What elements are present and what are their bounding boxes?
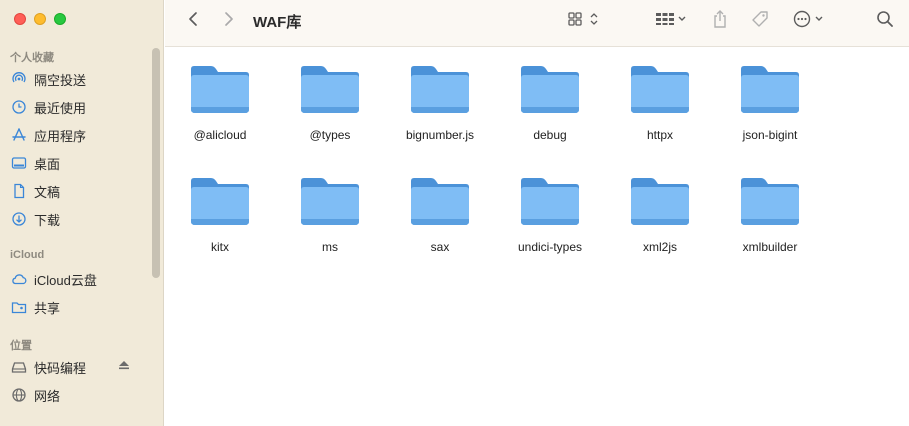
folder-name: xml2js (642, 240, 677, 254)
share-icon (712, 9, 728, 34)
sidebar-item-applications[interactable]: 应用程序 (8, 123, 150, 147)
folder-icon (739, 173, 801, 232)
folder-item[interactable]: undici-types (500, 173, 600, 254)
folder-item[interactable]: json-bigint (720, 61, 820, 142)
folder-name: bignumber.js (405, 128, 475, 142)
folder-item[interactable]: bignumber.js (390, 61, 490, 142)
folder-name: httpx (646, 128, 673, 142)
grid-view-icon (565, 10, 601, 33)
folder-icon (409, 61, 471, 120)
minimize-window-button[interactable] (34, 13, 46, 25)
folder-name: json-bigint (742, 128, 798, 142)
folder-icon (299, 61, 361, 120)
sidebar-item-label: iCloud云盘 (34, 272, 97, 288)
shared-folder-icon (10, 298, 28, 316)
folder-name: xmlbuilder (742, 240, 798, 254)
applications-icon (10, 126, 28, 144)
toolbar: WAF库 (165, 0, 909, 47)
sidebar-item-label: 网络 (34, 388, 61, 404)
sidebar-item-network[interactable]: 网络 (8, 383, 150, 407)
sidebar-item-airdrop[interactable]: 隔空投送 (8, 67, 150, 91)
share-button[interactable] (709, 8, 731, 34)
sidebar-item-downloads[interactable]: 下载 (8, 207, 150, 231)
eject-icon[interactable] (118, 359, 130, 374)
network-icon (10, 386, 28, 404)
sidebar-item-label: 文稿 (34, 184, 61, 200)
forward-button[interactable] (219, 8, 239, 34)
favorites-section-title: 个人收藏 (10, 52, 54, 64)
file-grid: @alicloud @types bignumber.js debug httpx jso… (165, 47, 909, 426)
folder-item[interactable]: @types (280, 61, 380, 142)
sidebar-item-shared[interactable]: 共享 (8, 295, 150, 319)
folder-icon (519, 173, 581, 232)
back-button[interactable] (183, 8, 203, 34)
folder-icon (629, 173, 691, 232)
folder-icon (189, 173, 251, 232)
sidebar-item-desktop[interactable]: 桌面 (8, 151, 150, 175)
zoom-window-button[interactable] (54, 13, 66, 25)
folder-icon (629, 61, 691, 120)
clock-icon (10, 98, 28, 116)
ellipsis-circle-icon (792, 9, 828, 34)
search-icon (875, 9, 895, 34)
folder-item[interactable]: sax (390, 173, 490, 254)
search-button[interactable] (873, 8, 897, 34)
sidebar-item-label: 最近使用 (34, 100, 87, 116)
folder-icon (409, 173, 471, 232)
sidebar-item-label: 应用程序 (34, 128, 87, 144)
folder-name: debug (533, 128, 567, 142)
folder-name: @alicloud (193, 128, 247, 142)
folder-icon (739, 61, 801, 120)
cloud-icon (10, 270, 28, 288)
folder-name: @types (309, 128, 351, 142)
locations-section-title: 位置 (10, 340, 32, 352)
more-actions-button[interactable] (790, 8, 830, 34)
document-icon (10, 182, 28, 200)
close-window-button[interactable] (14, 13, 26, 25)
sidebar-item-label: 桌面 (34, 156, 61, 172)
sidebar-item-label: 隔空投送 (34, 72, 87, 88)
download-icon (10, 210, 28, 228)
window-title: WAF库 (253, 14, 302, 31)
folder-item[interactable]: xml2js (610, 173, 710, 254)
drive-icon (10, 358, 28, 376)
sidebar-item-icloud-drive[interactable]: iCloud云盘 (8, 267, 150, 291)
icloud-section-title: iCloud (10, 249, 45, 261)
tags-button[interactable] (748, 8, 772, 34)
sidebar-item-label: 快码编程 (34, 360, 87, 376)
folder-item[interactable]: kitx (170, 173, 270, 254)
folder-name: undici-types (517, 240, 583, 254)
folder-icon (299, 173, 361, 232)
sidebar-item-recents[interactable]: 最近使用 (8, 95, 150, 119)
folder-icon (189, 61, 251, 120)
desktop-icon (10, 154, 28, 172)
sidebar-scrollbar[interactable] (152, 48, 160, 278)
airdrop-icon (10, 70, 28, 88)
sidebar-item-documents[interactable]: 文稿 (8, 179, 150, 203)
sidebar-item-kuaima-drive[interactable]: 快码编程 (8, 355, 150, 379)
chevron-left-icon (187, 11, 199, 32)
folder-item[interactable]: xmlbuilder (720, 173, 820, 254)
chevron-right-icon (223, 11, 235, 32)
group-icon (652, 10, 690, 33)
folder-name: kitx (211, 240, 229, 254)
group-by-button[interactable] (651, 8, 691, 34)
window-controls (14, 13, 66, 25)
folder-item[interactable]: ms (280, 173, 380, 254)
folder-name: ms (322, 240, 338, 254)
sidebar-item-label: 共享 (34, 300, 61, 316)
sidebar-item-label: 下载 (34, 212, 61, 228)
folder-item[interactable]: debug (500, 61, 600, 142)
folder-name: sax (430, 240, 450, 254)
tag-icon (750, 9, 770, 34)
view-mode-button[interactable] (563, 8, 603, 34)
sidebar: 个人收藏 隔空投送 最近使用 应用程序 桌面 文稿 下载 iCloud iClo… (0, 0, 164, 426)
folder-icon (519, 61, 581, 120)
folder-item[interactable]: httpx (610, 61, 710, 142)
folder-item[interactable]: @alicloud (170, 61, 270, 142)
